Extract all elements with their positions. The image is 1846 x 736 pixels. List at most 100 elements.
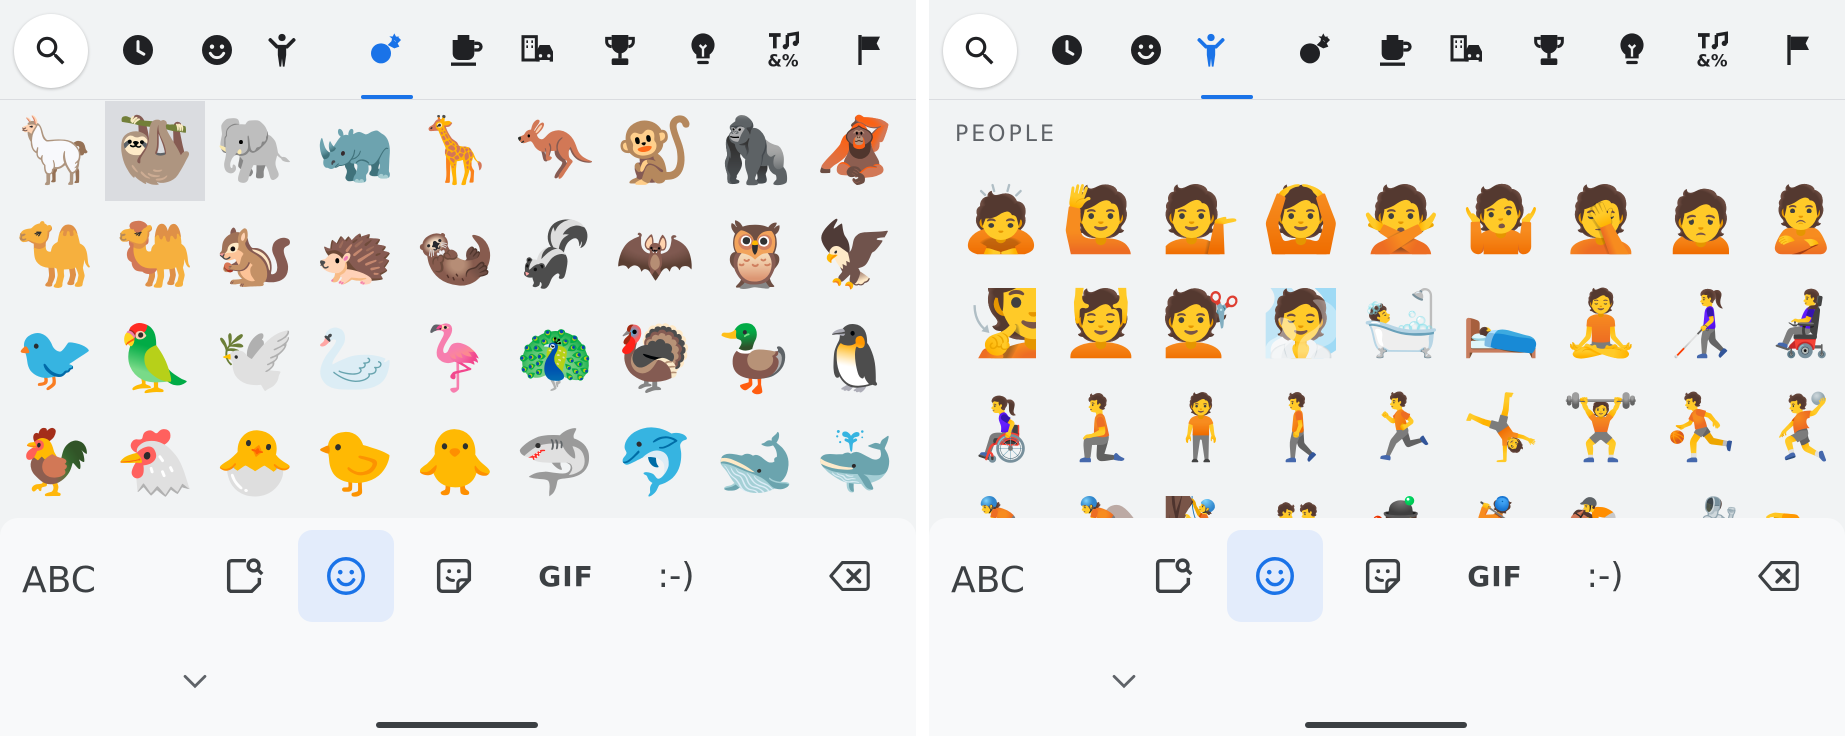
emoji-cell[interactable]: 🦏 — [305, 101, 405, 201]
emoji-cell[interactable]: 🐧 — [805, 309, 905, 409]
category-tab-animals-nature[interactable] — [1287, 22, 1343, 78]
collapse-keyboard-chevron-icon[interactable] — [178, 670, 212, 694]
category-tab-recent[interactable] — [110, 22, 166, 78]
emoji-search-button[interactable] — [14, 14, 88, 88]
category-tab-smileys[interactable] — [189, 22, 245, 78]
emoji-cell[interactable]: 🐒 — [605, 101, 705, 201]
emoji-cell[interactable]: 🤼 — [1251, 482, 1351, 518]
emoji-cell[interactable]: 🙅 — [1351, 170, 1451, 270]
emoji-cell[interactable]: 🦥 — [105, 101, 205, 201]
emoji-cell[interactable]: 🧎 — [1051, 378, 1151, 478]
emoji-cell[interactable]: 🐓 — [5, 413, 105, 513]
category-tab-recent[interactable] — [1039, 22, 1095, 78]
emoji-cell[interactable]: 🧖 — [1251, 274, 1351, 374]
emoji-cell[interactable]: 🦇 — [605, 205, 705, 305]
emoji-cell[interactable]: 🚴 — [951, 482, 1051, 518]
sticker-tab-button[interactable] — [1335, 530, 1431, 622]
emoji-tab-button[interactable] — [298, 530, 394, 622]
category-tab-smileys[interactable] — [1118, 22, 1174, 78]
emoji-cell[interactable]: 🦉 — [705, 205, 805, 305]
emoji-cell[interactable]: 🦦 — [405, 205, 505, 305]
emoji-cell[interactable]: 🧏 — [951, 274, 1051, 374]
emoji-cell[interactable]: 🦘 — [505, 101, 605, 201]
emoji-cell[interactable]: 🐣 — [205, 413, 305, 513]
emoji-cell[interactable]: 🦆 — [705, 309, 805, 409]
emoji-cell[interactable]: 🏌️ — [1451, 482, 1551, 518]
category-tab-people[interactable] — [1183, 22, 1239, 78]
category-tab-flags[interactable] — [842, 22, 898, 78]
emoji-cell[interactable]: 🦨 — [505, 205, 605, 305]
emoji-cell[interactable]: 🏊 — [1751, 482, 1845, 518]
backspace-button[interactable] — [1731, 530, 1827, 622]
emoji-cell[interactable]: 🤸 — [1451, 378, 1551, 478]
category-tab-travel-places[interactable] — [1439, 22, 1495, 78]
emoji-cell[interactable]: 🐳 — [805, 413, 905, 513]
emoji-cell[interactable]: 👩‍🦽 — [951, 378, 1051, 478]
emoji-cell[interactable]: 🙆 — [1251, 170, 1351, 270]
emoji-cell[interactable]: 🙋 — [1051, 170, 1151, 270]
emoji-cell[interactable]: 🦙 — [5, 101, 105, 201]
emoji-cell[interactable]: 🧗 — [1151, 482, 1251, 518]
category-tab-travel-places[interactable] — [510, 22, 566, 78]
sticker-tab-button[interactable] — [406, 530, 502, 622]
emoji-cell[interactable]: ⛹️ — [1651, 378, 1751, 478]
emoji-cell[interactable]: 💆 — [1051, 274, 1151, 374]
emoji-cell[interactable]: 🤦 — [1551, 170, 1651, 270]
emoji-cell[interactable]: 🧘 — [1551, 274, 1651, 374]
emoji-cell[interactable]: 🏇 — [1551, 482, 1651, 518]
emoji-kitchen-search-button[interactable] — [1125, 530, 1221, 622]
gif-tab-button[interactable]: GIF — [518, 530, 614, 622]
emoji-cell[interactable]: 🦩 — [405, 309, 505, 409]
emoticon-tab-button[interactable]: :-) — [1557, 530, 1653, 622]
emoji-cell[interactable]: 🐘 — [205, 101, 305, 201]
emoji-cell[interactable]: 💇 — [1151, 274, 1251, 374]
emoji-cell[interactable]: 🧍 — [1151, 378, 1251, 478]
emoji-cell[interactable]: 🦜 — [105, 309, 205, 409]
abc-keyboard-button[interactable]: ABC — [951, 560, 1025, 601]
emoji-tab-button[interactable] — [1227, 530, 1323, 622]
emoji-cell[interactable]: 🛀 — [1351, 274, 1451, 374]
emoji-cell[interactable]: 🦍 — [705, 101, 805, 201]
emoji-cell[interactable]: 🦢 — [305, 309, 405, 409]
emoji-cell[interactable]: 💁 — [1151, 170, 1251, 270]
emoji-cell[interactable]: 🐫 — [105, 205, 205, 305]
emoji-cell[interactable]: 🦈 — [505, 413, 605, 513]
emoji-cell[interactable]: 🐬 — [605, 413, 705, 513]
emoji-cell[interactable]: 🐿️ — [205, 205, 305, 305]
emoticon-tab-button[interactable]: :-) — [628, 530, 724, 622]
category-tab-objects[interactable] — [1604, 22, 1660, 78]
emoji-cell[interactable]: 🏋️ — [1551, 378, 1651, 478]
emoji-cell[interactable]: 🐥 — [405, 413, 505, 513]
category-tab-food-drink[interactable] — [1367, 22, 1423, 78]
emoji-cell[interactable]: 🦚 — [505, 309, 605, 409]
emoji-cell[interactable]: 🚵 — [1051, 482, 1151, 518]
category-tab-people[interactable] — [254, 22, 310, 78]
emoji-cell[interactable]: 🐋 — [705, 413, 805, 513]
emoji-cell[interactable]: 🦔 — [305, 205, 405, 305]
emoji-cell[interactable]: 🙍 — [1651, 170, 1751, 270]
emoji-cell[interactable]: 🕊️ — [205, 309, 305, 409]
category-tab-flags[interactable] — [1771, 22, 1827, 78]
emoji-cell[interactable]: 🐤 — [305, 413, 405, 513]
emoji-kitchen-search-button[interactable] — [196, 530, 292, 622]
emoji-cell[interactable]: 🚶 — [1251, 378, 1351, 478]
category-tab-symbols[interactable]: &% — [756, 22, 812, 78]
emoji-cell[interactable]: 🛌 — [1451, 274, 1551, 374]
emoji-cell[interactable]: 🙎 — [1751, 170, 1845, 270]
emoji-cell[interactable]: 🐔 — [105, 413, 205, 513]
emoji-cell[interactable]: 🐦 — [5, 309, 105, 409]
emoji-cell[interactable]: 🦧 — [805, 101, 905, 201]
emoji-cell[interactable]: 🤷 — [1451, 170, 1551, 270]
emoji-cell[interactable]: 🏃 — [1351, 378, 1451, 478]
category-tab-animals-nature[interactable] — [358, 22, 414, 78]
emoji-cell[interactable]: 👩‍🦯 — [1651, 274, 1751, 374]
emoji-cell[interactable]: 🐪 — [5, 205, 105, 305]
emoji-cell[interactable]: 🤹 — [1351, 482, 1451, 518]
collapse-keyboard-chevron-icon[interactable] — [1107, 670, 1141, 694]
emoji-cell[interactable]: 👩‍🦼 — [1751, 274, 1845, 374]
emoji-cell[interactable]: 🦃 — [605, 309, 705, 409]
category-tab-objects[interactable] — [675, 22, 731, 78]
emoji-cell[interactable]: 🤺 — [1651, 482, 1751, 518]
emoji-search-button[interactable] — [943, 14, 1017, 88]
category-tab-food-drink[interactable] — [438, 22, 494, 78]
